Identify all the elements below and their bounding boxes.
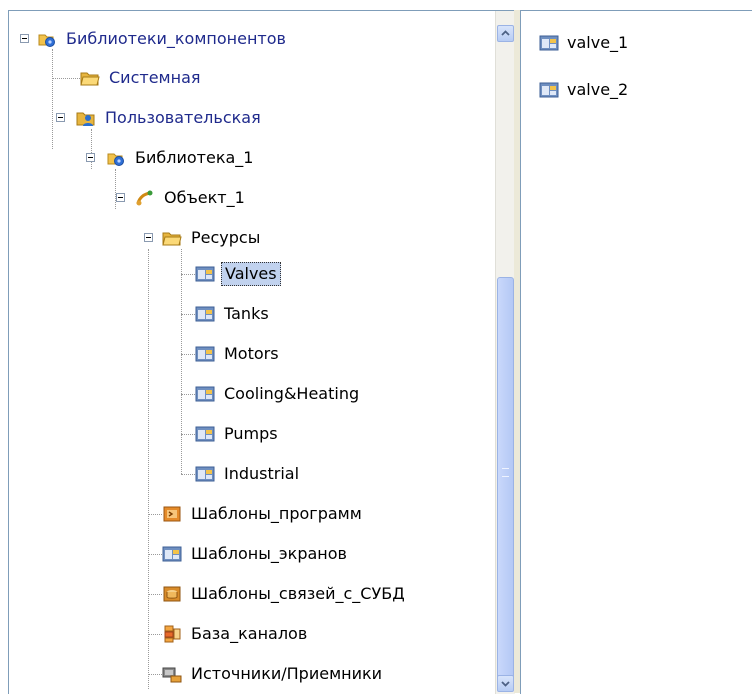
list-item-label: valve_1 <box>567 33 629 52</box>
screen-template-icon <box>162 545 182 563</box>
tree-item-sources-receivers[interactable]: Источники/Приемники <box>162 661 385 687</box>
channel-base-icon <box>162 625 182 643</box>
collapse-toggle[interactable] <box>20 34 29 43</box>
tree-item-label: Ресурсы <box>191 228 261 247</box>
tree-item-label: Объект_1 <box>164 188 245 207</box>
tree-item-label: Системная <box>109 68 201 87</box>
object-icon <box>135 189 155 207</box>
tree-item-label: Библиотека_1 <box>135 148 254 167</box>
list-item-label: valve_2 <box>567 80 629 99</box>
tree-item-label: Industrial <box>224 464 300 483</box>
tree-item-db-link-templates[interactable]: Шаблоны_связей_с_СУБД <box>162 581 408 607</box>
tree-item-object-1[interactable]: Объект_1 <box>135 185 248 211</box>
screen-library-icon <box>195 305 215 323</box>
tree-item-label: Шаблоны_экранов <box>191 544 347 563</box>
chevron-down-icon <box>501 681 510 687</box>
scroll-thumb[interactable] <box>497 277 514 690</box>
folder-icon <box>80 69 100 87</box>
tree-item-screen-templates[interactable]: Шаблоны_экранов <box>162 541 350 567</box>
component-library-icon <box>37 30 57 48</box>
tree-item-channel-base[interactable]: База_каналов <box>162 621 310 647</box>
tree-view[interactable]: Библиотеки_компонентов Системная Пользов… <box>8 10 515 694</box>
tree-item-label: Шаблоны_программ <box>191 504 362 523</box>
database-template-icon <box>162 585 182 603</box>
tree-item-user[interactable]: Пользовательская <box>76 105 264 131</box>
screen-library-icon <box>195 345 215 363</box>
tree-item-program-templates[interactable]: Шаблоны_программ <box>162 501 365 527</box>
vertical-scrollbar[interactable] <box>495 11 515 694</box>
screen-library-icon <box>195 265 215 283</box>
item-list-view[interactable]: valve_1 valve_2 <box>520 10 752 694</box>
tree-item-valves[interactable]: Valves <box>195 261 281 287</box>
tree-item-label: Библиотеки_компонентов <box>66 29 286 48</box>
tree-item-label: База_каналов <box>191 624 308 643</box>
library-icon <box>106 149 126 167</box>
program-template-icon <box>162 505 182 523</box>
tree-item-industrial[interactable]: Industrial <box>195 461 302 487</box>
tree-item-library-1[interactable]: Библиотека_1 <box>106 145 256 171</box>
tree-item-tanks[interactable]: Tanks <box>195 301 272 327</box>
tree-item-cooling-heating[interactable]: Cooling&Heating <box>195 381 362 407</box>
tree-item-label: Источники/Приемники <box>191 664 383 683</box>
tree-item-label: Пользовательская <box>105 108 261 127</box>
tree-item-label: Pumps <box>224 424 278 443</box>
list-item-valve-2[interactable]: valve_2 <box>539 80 628 99</box>
screen-library-icon <box>195 425 215 443</box>
tree-item-label: Valves <box>221 262 281 286</box>
tree-item-pumps[interactable]: Pumps <box>195 421 281 447</box>
scroll-down-button[interactable] <box>497 675 514 692</box>
list-item-valve-1[interactable]: valve_1 <box>539 33 628 52</box>
tree-item-motors[interactable]: Motors <box>195 341 282 367</box>
collapse-toggle[interactable] <box>116 193 125 202</box>
screen-library-icon <box>195 385 215 403</box>
tree-item-label: Motors <box>224 344 279 363</box>
collapse-toggle[interactable] <box>144 233 153 242</box>
sources-receivers-icon <box>162 665 182 683</box>
user-library-icon <box>76 109 96 127</box>
screen-icon <box>539 81 559 99</box>
screen-library-icon <box>195 465 215 483</box>
tree-item-label: Tanks <box>224 304 269 323</box>
tree-item-label: Шаблоны_связей_с_СУБД <box>191 584 405 603</box>
screen-icon <box>539 34 559 52</box>
chevron-up-icon <box>501 30 510 36</box>
collapse-toggle[interactable] <box>86 153 95 162</box>
folder-icon <box>162 229 182 247</box>
scroll-up-button[interactable] <box>497 25 514 42</box>
tree-item-system[interactable]: Системная <box>80 65 204 91</box>
collapse-toggle[interactable] <box>56 113 65 122</box>
tree-item-resources[interactable]: Ресурсы <box>162 225 263 251</box>
tree-item-label: Cooling&Heating <box>224 384 360 403</box>
tree-item-libraries[interactable]: Библиотеки_компонентов <box>37 26 289 52</box>
